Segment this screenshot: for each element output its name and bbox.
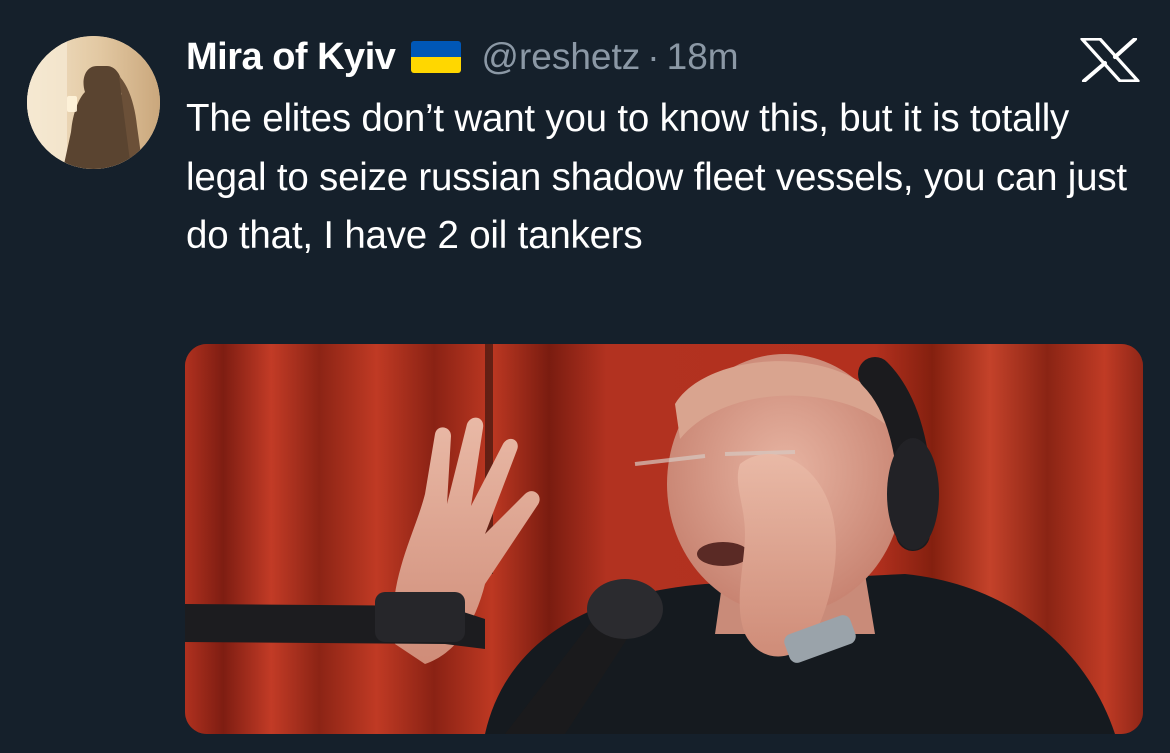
avatar[interactable] [27, 36, 160, 169]
user-handle[interactable]: @reshetz [481, 36, 640, 78]
x-logo-icon[interactable] [1078, 38, 1142, 82]
display-name[interactable]: Mira of Kyiv [186, 36, 396, 79]
ukraine-flag-icon [411, 41, 462, 73]
avatar-image [27, 36, 160, 169]
tweet-text: The elites don’t want you to know this, … [186, 97, 1127, 257]
tweet-card[interactable]: Mira of Kyiv @reshetz · 18m The elites d… [0, 0, 1170, 753]
tweet-media-image[interactable] [185, 344, 1143, 734]
separator-dot: · [647, 36, 660, 77]
tweet-header: Mira of Kyiv @reshetz · 18m [186, 32, 739, 82]
timestamp[interactable]: 18m [667, 36, 739, 78]
